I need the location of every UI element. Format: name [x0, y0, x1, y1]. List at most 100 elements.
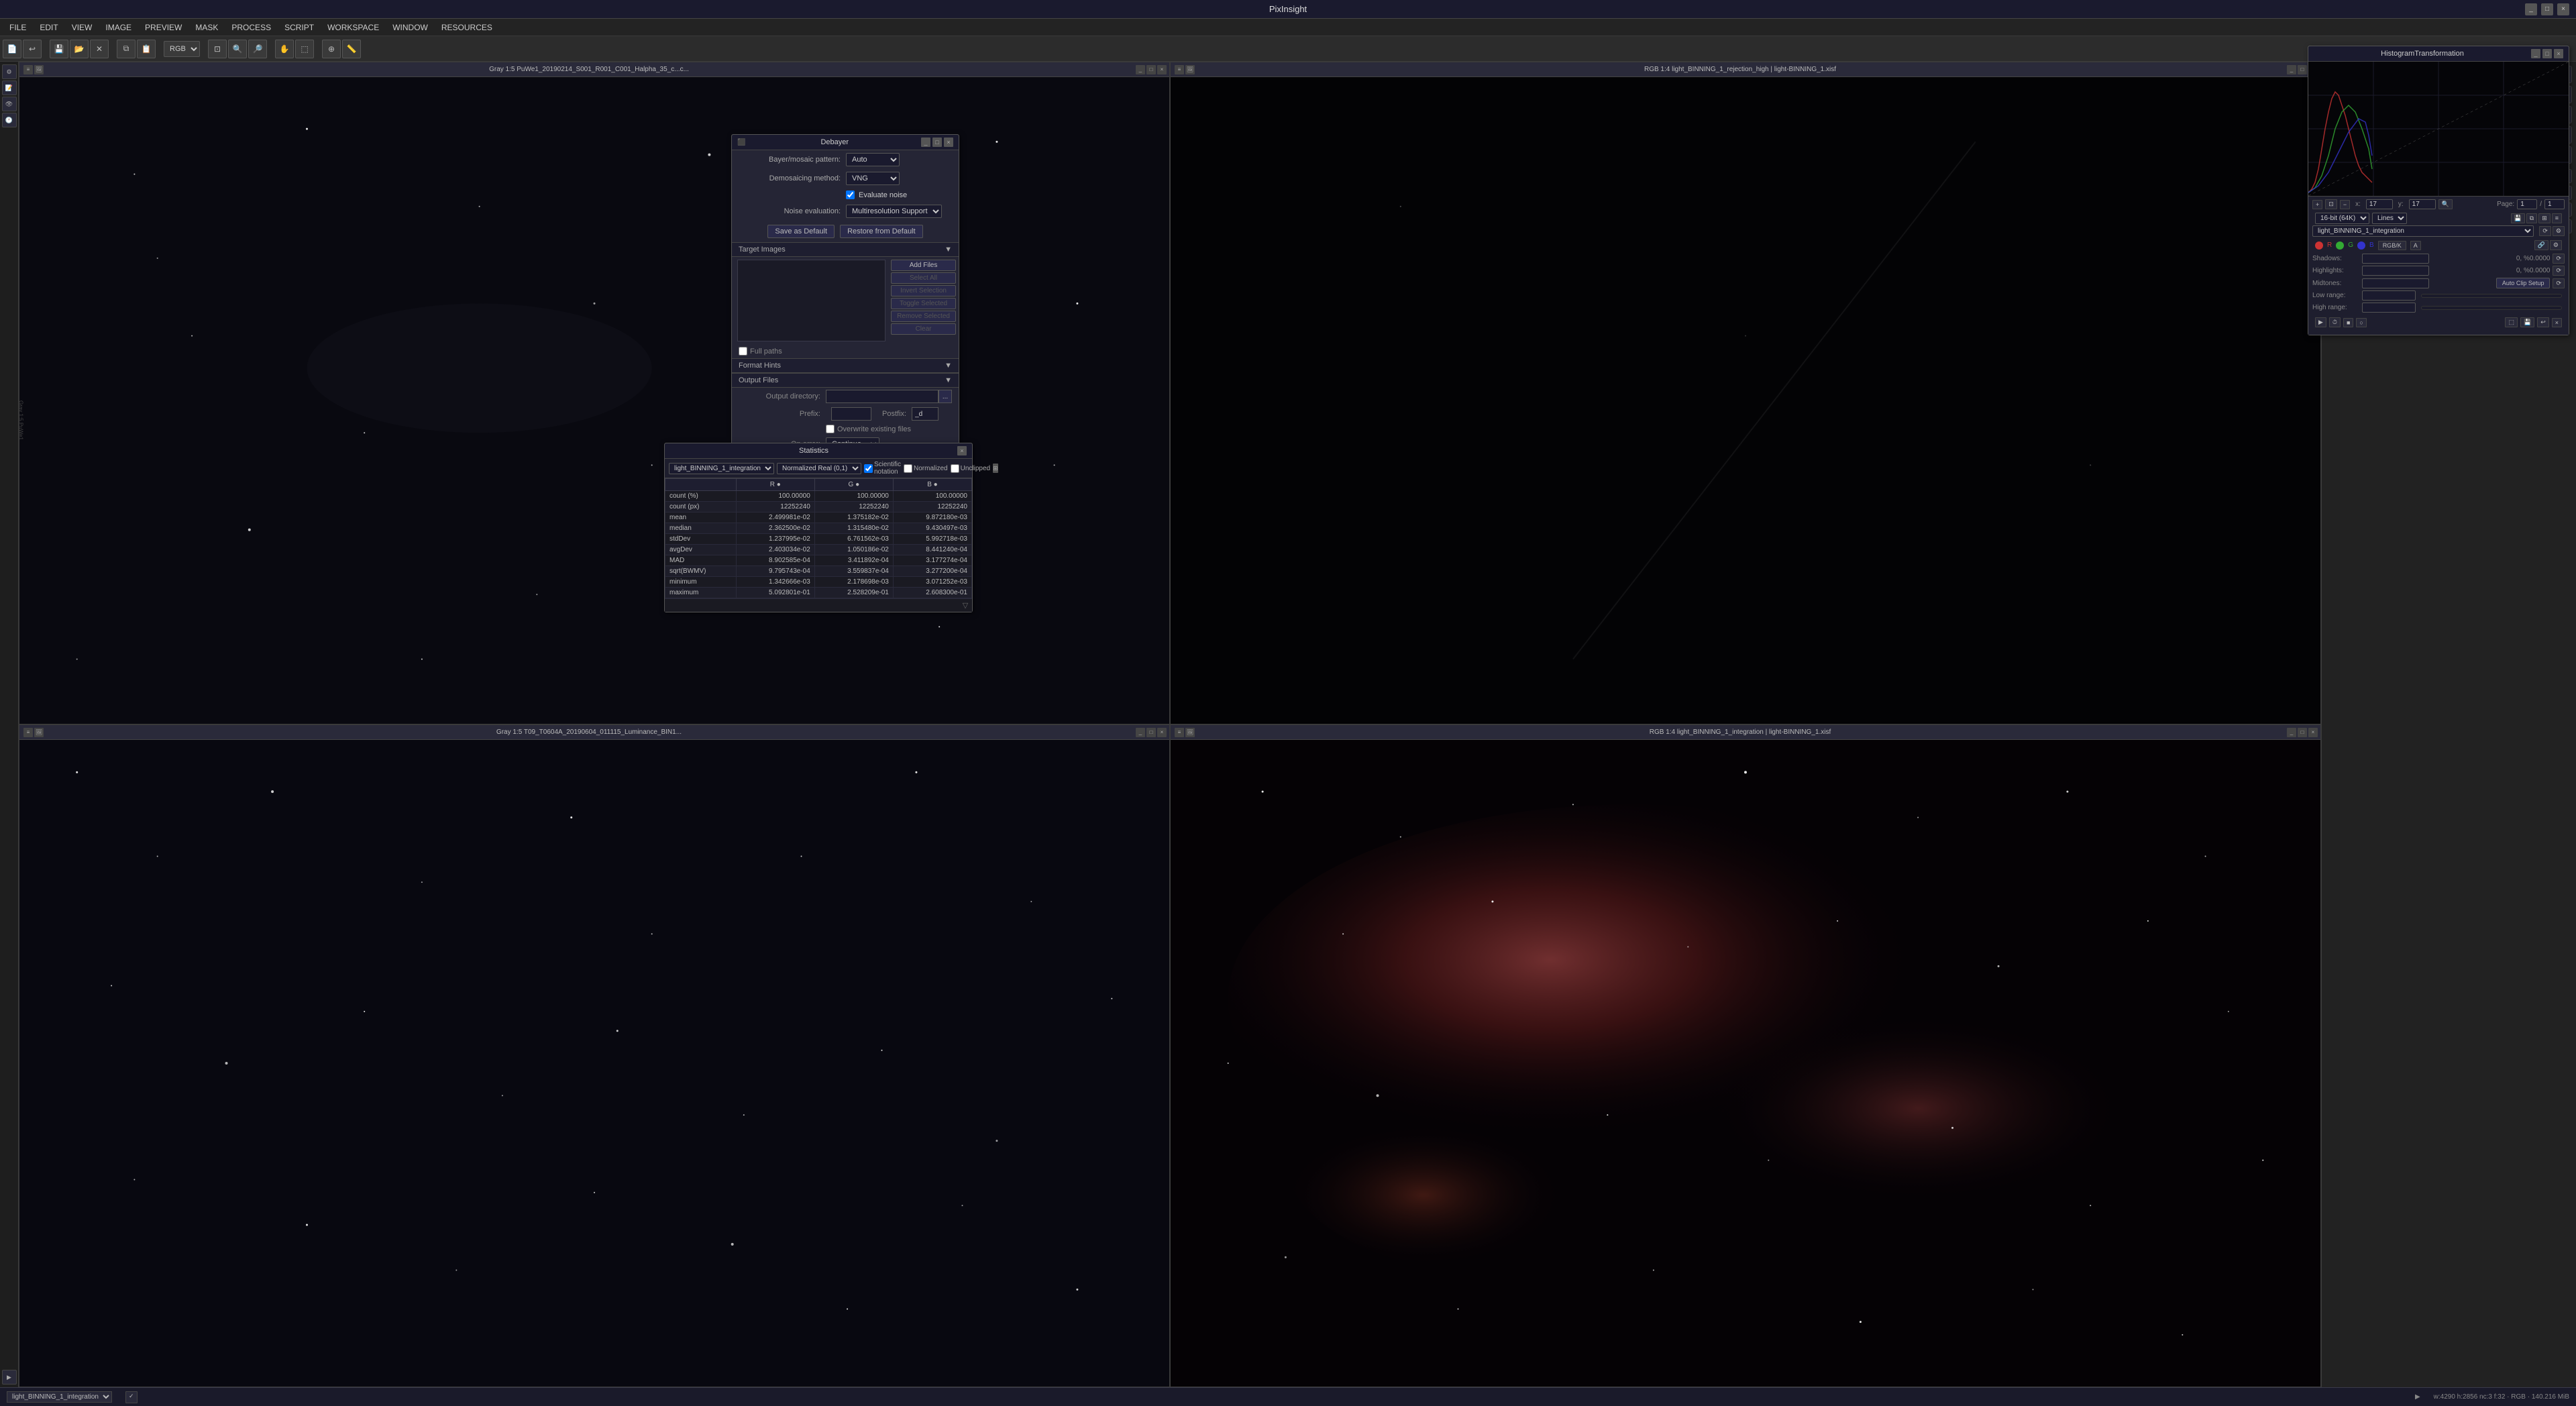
- hist-options-btn[interactable]: ⚙: [2553, 226, 2565, 236]
- noise-evaluation-select[interactable]: Multiresolution Support Median MRS: [846, 205, 942, 218]
- full-paths-checkbox[interactable]: [739, 347, 747, 356]
- select-btn[interactable]: ⬚: [295, 40, 314, 58]
- img4-menu-btn[interactable]: ≡: [1175, 728, 1184, 737]
- histogram-title-bar[interactable]: HistogramTransformation _ □ ×: [2308, 46, 2569, 62]
- histogram-close[interactable]: ×: [2554, 49, 2563, 58]
- format-hints-expand[interactable]: ▼: [945, 362, 952, 370]
- stats-title-bar[interactable]: Statistics ×: [665, 443, 972, 459]
- image-titlebar-2[interactable]: ≡ 🖼 RGB 1:4 light_BINNING_1_rejection_hi…: [1171, 62, 2320, 77]
- stats-toolbar-btn[interactable]: ⊞: [993, 464, 998, 473]
- hist-save-btn[interactable]: 💾: [2520, 317, 2534, 327]
- minimize-btn[interactable]: _: [2525, 3, 2537, 15]
- menu-view[interactable]: VIEW: [65, 21, 99, 34]
- sidebar-script-btn[interactable]: 📝: [2, 80, 17, 95]
- menu-file[interactable]: FILE: [3, 21, 33, 34]
- prefix-input[interactable]: [831, 407, 871, 421]
- img2-minimize[interactable]: _: [2287, 65, 2296, 74]
- high-range-slider[interactable]: [2421, 306, 2562, 310]
- img1-minimize[interactable]: _: [1136, 65, 1145, 74]
- img3-canvas[interactable]: [19, 740, 1169, 1387]
- color-mode-select[interactable]: RGB Gray: [164, 41, 200, 57]
- close-btn[interactable]: ×: [2557, 3, 2569, 15]
- stats-close[interactable]: ×: [957, 446, 967, 455]
- invert-selection-btn[interactable]: Invert Selection: [891, 285, 956, 296]
- hist-zoom-in-btn[interactable]: +: [2312, 200, 2322, 209]
- demosaicing-select[interactable]: VNG AHD DCB: [846, 172, 900, 185]
- shadows-input[interactable]: 0.00000000: [2362, 254, 2429, 264]
- hist-link-btn[interactable]: 🔗: [2534, 240, 2548, 250]
- histogram-minimize[interactable]: _: [2531, 49, 2540, 58]
- undo-btn[interactable]: ↩: [23, 40, 42, 58]
- hist-undo-btn[interactable]: ↩: [2537, 317, 2549, 327]
- hist-circle-btn[interactable]: ○: [2356, 318, 2366, 327]
- img4-minimize[interactable]: _: [2287, 728, 2296, 737]
- img4-close[interactable]: ×: [2308, 728, 2318, 737]
- ruler-btn[interactable]: 📏: [342, 40, 361, 58]
- rgb-k-btn[interactable]: RGB/K: [2378, 241, 2406, 250]
- shadows-reset-btn[interactable]: ⟳: [2553, 254, 2565, 264]
- overwrite-checkbox[interactable]: [826, 425, 835, 433]
- hand-btn[interactable]: ✋: [275, 40, 294, 58]
- hist-zoom-reset-btn[interactable]: ⊡: [2325, 199, 2337, 209]
- zoom-in-btn[interactable]: 🔍: [228, 40, 247, 58]
- target-images-expand[interactable]: ▼: [945, 246, 952, 254]
- unclipped-cb[interactable]: [951, 464, 959, 473]
- evaluate-noise-checkbox[interactable]: [846, 191, 855, 199]
- menu-window[interactable]: WINDOW: [386, 21, 435, 34]
- hist-export-btn[interactable]: 💾: [2511, 213, 2525, 223]
- image-titlebar-1[interactable]: ≡ 🖼 Gray 1:5 PuWe1_20190214_S001_R001_C0…: [19, 62, 1169, 77]
- stats-image-select[interactable]: light_BINNING_1_integration: [669, 463, 774, 474]
- hist-cancel-btn[interactable]: ×: [2552, 318, 2562, 327]
- hist-zoom-y-input[interactable]: [2409, 199, 2436, 209]
- img4-canvas[interactable]: [1171, 740, 2320, 1387]
- low-range-input[interactable]: 0.000000: [2362, 290, 2416, 301]
- postfix-input[interactable]: [912, 407, 938, 421]
- sidebar-expand-btn[interactable]: ▶: [2, 1370, 17, 1385]
- alpha-btn[interactable]: A: [2410, 241, 2421, 250]
- hist-run-btn[interactable]: ▶: [2315, 317, 2326, 327]
- select-all-btn[interactable]: Select All: [891, 272, 956, 284]
- sidebar-process-btn[interactable]: ⚙: [2, 64, 17, 79]
- img1-menu-btn[interactable]: ≡: [23, 65, 33, 74]
- hist-stop-btn[interactable]: ■: [2343, 318, 2353, 327]
- img3-minimize[interactable]: _: [1136, 728, 1145, 737]
- scientific-notation-cb[interactable]: [864, 464, 873, 473]
- maximize-btn[interactable]: □: [2541, 3, 2553, 15]
- clear-btn[interactable]: Clear: [891, 323, 956, 335]
- hist-copy-btn[interactable]: ⧉: [2526, 213, 2537, 223]
- save-as-default-btn[interactable]: Save as Default: [767, 225, 835, 238]
- debayer-expand[interactable]: □: [932, 138, 942, 147]
- highlights-input[interactable]: 1.00000000: [2362, 266, 2429, 276]
- toggle-selected-btn[interactable]: Toggle Selected: [891, 298, 956, 309]
- img1-close[interactable]: ×: [1157, 65, 1167, 74]
- midtones-reset-btn[interactable]: ⟳: [2553, 278, 2565, 288]
- hist-view-select[interactable]: Lines: [2372, 213, 2407, 224]
- menu-workspace[interactable]: WORKSPACE: [321, 21, 386, 34]
- histogram-expand[interactable]: □: [2542, 49, 2552, 58]
- img1-canvas[interactable]: Gray 1:5 PuWe1: [19, 77, 1169, 724]
- debayer-minimize[interactable]: _: [921, 138, 930, 147]
- close-btn2[interactable]: ✕: [90, 40, 109, 58]
- img2-menu-btn[interactable]: ≡: [1175, 65, 1184, 74]
- highlights-reset-btn[interactable]: ⟳: [2553, 266, 2565, 276]
- img2-maximize[interactable]: □: [2298, 65, 2307, 74]
- img2-canvas[interactable]: [1171, 77, 2320, 724]
- zoom-fit-btn[interactable]: ⊡: [208, 40, 227, 58]
- save-btn[interactable]: 💾: [50, 40, 68, 58]
- sidebar-history-btn[interactable]: 🕐: [2, 113, 17, 127]
- remove-selected-btn[interactable]: Remove Selected: [891, 311, 956, 322]
- hist-refresh-btn[interactable]: ⟳: [2539, 226, 2551, 236]
- normalized-cb[interactable]: [904, 464, 912, 473]
- debayer-title-bar[interactable]: ⬛ Debayer _ □ ×: [732, 135, 959, 150]
- menu-preview[interactable]: PREVIEW: [138, 21, 189, 34]
- hist-new-window-btn[interactable]: ⬚: [2505, 317, 2518, 327]
- midtones-input[interactable]: 0.50000000: [2362, 278, 2429, 288]
- menu-mask[interactable]: MASK: [189, 21, 225, 34]
- auto-clip-setup-btn[interactable]: Auto Clip Setup: [2496, 278, 2551, 288]
- image-titlebar-4[interactable]: ≡ 🖼 RGB 1:4 light_BINNING_1_integration …: [1171, 725, 2320, 740]
- image-titlebar-3[interactable]: ≡ 🖼 Gray 1:5 T09_T0604A_20190604_011115_…: [19, 725, 1169, 740]
- status-image-select[interactable]: light_BINNING_1_integration: [7, 1391, 112, 1403]
- hist-page-input[interactable]: [2517, 199, 2537, 209]
- new-btn[interactable]: 📄: [3, 40, 21, 58]
- menu-resources[interactable]: RESOURCES: [435, 21, 499, 34]
